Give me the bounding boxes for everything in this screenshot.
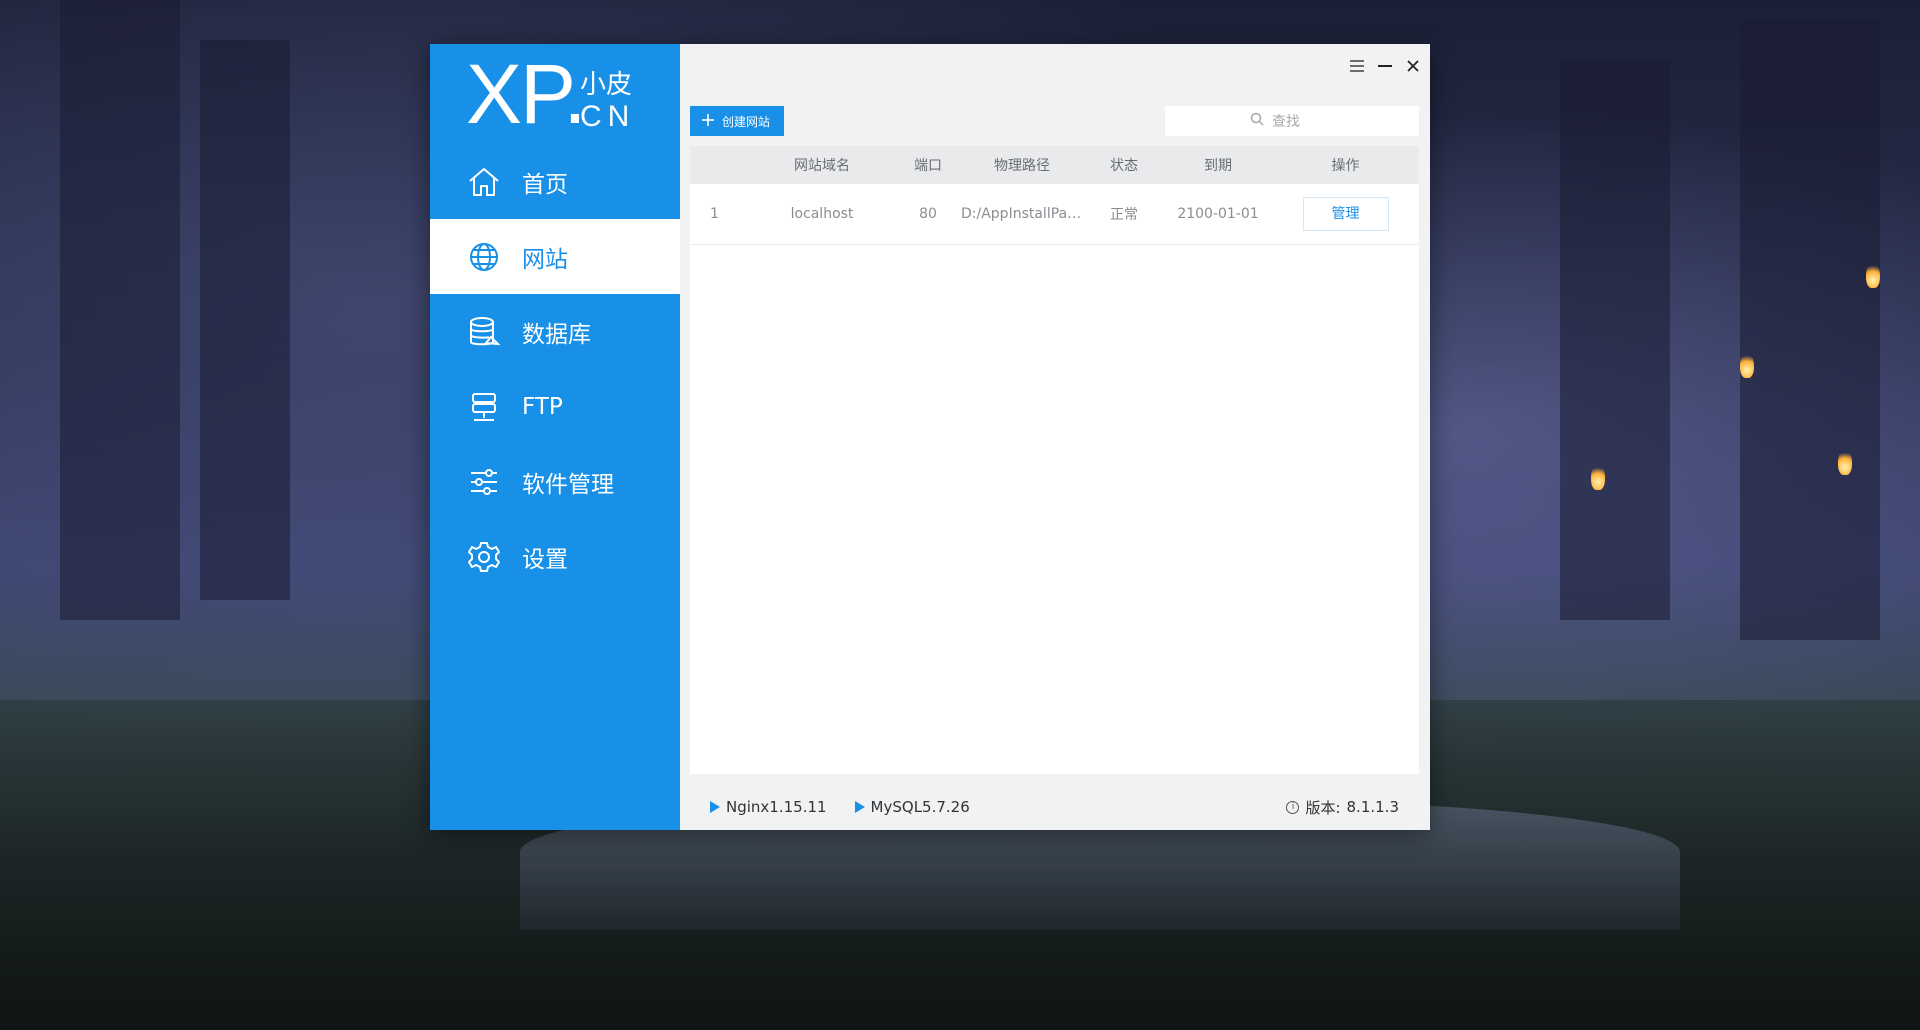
minimize-icon[interactable]	[1374, 56, 1396, 76]
ftp-server-icon	[464, 387, 504, 427]
search-box[interactable]	[1165, 106, 1419, 136]
column-header-path: 物理路径	[994, 158, 1050, 174]
main-panel: 创建网站 网站域名 端口 物理路径 状态	[680, 44, 1430, 830]
sidebar-nav: 首页 网站 数据库 FTP 软件管理 设置	[430, 144, 680, 594]
status-bar: Nginx1.15.11 MySQL5.7.26 i 版本: 8.1.1.3	[690, 784, 1419, 830]
sidebar-item-label: 网站	[522, 246, 568, 273]
globe-icon	[464, 237, 504, 277]
website-table: 网站域名 端口 物理路径 状态 到期 操作 1 localhost 80 D:/…	[690, 146, 1419, 774]
sidebar-item-home[interactable]: 首页	[430, 144, 680, 219]
row-expiry: 2100-01-01	[1177, 205, 1259, 222]
plus-icon	[702, 113, 714, 129]
nginx-service-label: Nginx1.15.11	[726, 798, 827, 816]
row-action-cell: 管理	[1272, 184, 1419, 244]
window-controls	[1346, 56, 1424, 76]
sidebar: XP. 小皮 CN 首页 网站 数据库 FTP 软件管理 设置	[430, 44, 680, 830]
info-icon: i	[1286, 800, 1300, 814]
logo-text: XP.	[466, 47, 587, 141]
version-info: i 版本: 8.1.1.3	[1286, 797, 1399, 818]
version-value: 8.1.1.3	[1346, 798, 1399, 816]
home-icon	[464, 162, 504, 202]
row-status: 正常	[1110, 206, 1138, 223]
play-icon	[710, 801, 720, 813]
sidebar-item-website[interactable]: 网站	[430, 219, 680, 294]
gear-icon	[464, 537, 504, 577]
sidebar-item-label: 首页	[522, 171, 568, 198]
sidebar-item-settings[interactable]: 设置	[430, 519, 680, 594]
version-label: 版本:	[1305, 798, 1341, 817]
sidebar-item-label: 设置	[522, 546, 568, 573]
column-header-index	[690, 146, 748, 184]
search-input[interactable]	[1270, 112, 1334, 130]
close-icon[interactable]	[1402, 56, 1424, 76]
sidebar-item-label: 软件管理	[522, 471, 614, 498]
row-index: 1	[710, 205, 719, 222]
search-icon	[1250, 112, 1264, 130]
database-icon	[464, 312, 504, 352]
row-domain: localhost	[790, 205, 854, 222]
create-website-button[interactable]: 创建网站	[690, 106, 785, 136]
sidebar-item-software[interactable]: 软件管理	[430, 444, 680, 519]
column-header-domain: 网站域名	[794, 158, 850, 174]
sidebar-item-ftp[interactable]: FTP	[430, 369, 680, 444]
sidebar-item-label: 数据库	[522, 321, 591, 348]
menu-icon[interactable]	[1346, 56, 1368, 76]
column-header-status: 状态	[1110, 158, 1138, 174]
manage-button[interactable]: 管理	[1302, 196, 1389, 231]
column-header-action: 操作	[1331, 158, 1360, 174]
sidebar-item-label: FTP	[522, 393, 563, 420]
app-window: XP. 小皮 CN 首页 网站 数据库 FTP 软件管理 设置 创建网站 查找 …	[430, 44, 1430, 830]
play-icon	[854, 801, 865, 813]
create-website-label: 创建网站	[722, 114, 771, 129]
table-header-row: 网站域名 端口 物理路径 状态 到期 操作	[690, 146, 1419, 184]
column-header-port: 端口	[914, 158, 942, 174]
column-header-expiry: 到期	[1204, 158, 1232, 174]
logo-domain-text: CN	[580, 100, 636, 133]
logo-cn-text: 小皮	[580, 70, 633, 100]
mysql-service-label: MySQL5.7.26	[870, 798, 970, 816]
nginx-service[interactable]: Nginx1.15.11	[710, 798, 827, 816]
sidebar-item-database[interactable]: 数据库	[430, 294, 680, 369]
mysql-service[interactable]: MySQL5.7.26	[854, 798, 970, 816]
row-port: 80	[919, 205, 937, 222]
sliders-icon	[464, 462, 504, 502]
table-row: 1 localhost 80 D:/AppInstallPath/P... 正常…	[690, 184, 1419, 244]
row-path: D:/AppInstallPath/P...	[961, 205, 1084, 222]
